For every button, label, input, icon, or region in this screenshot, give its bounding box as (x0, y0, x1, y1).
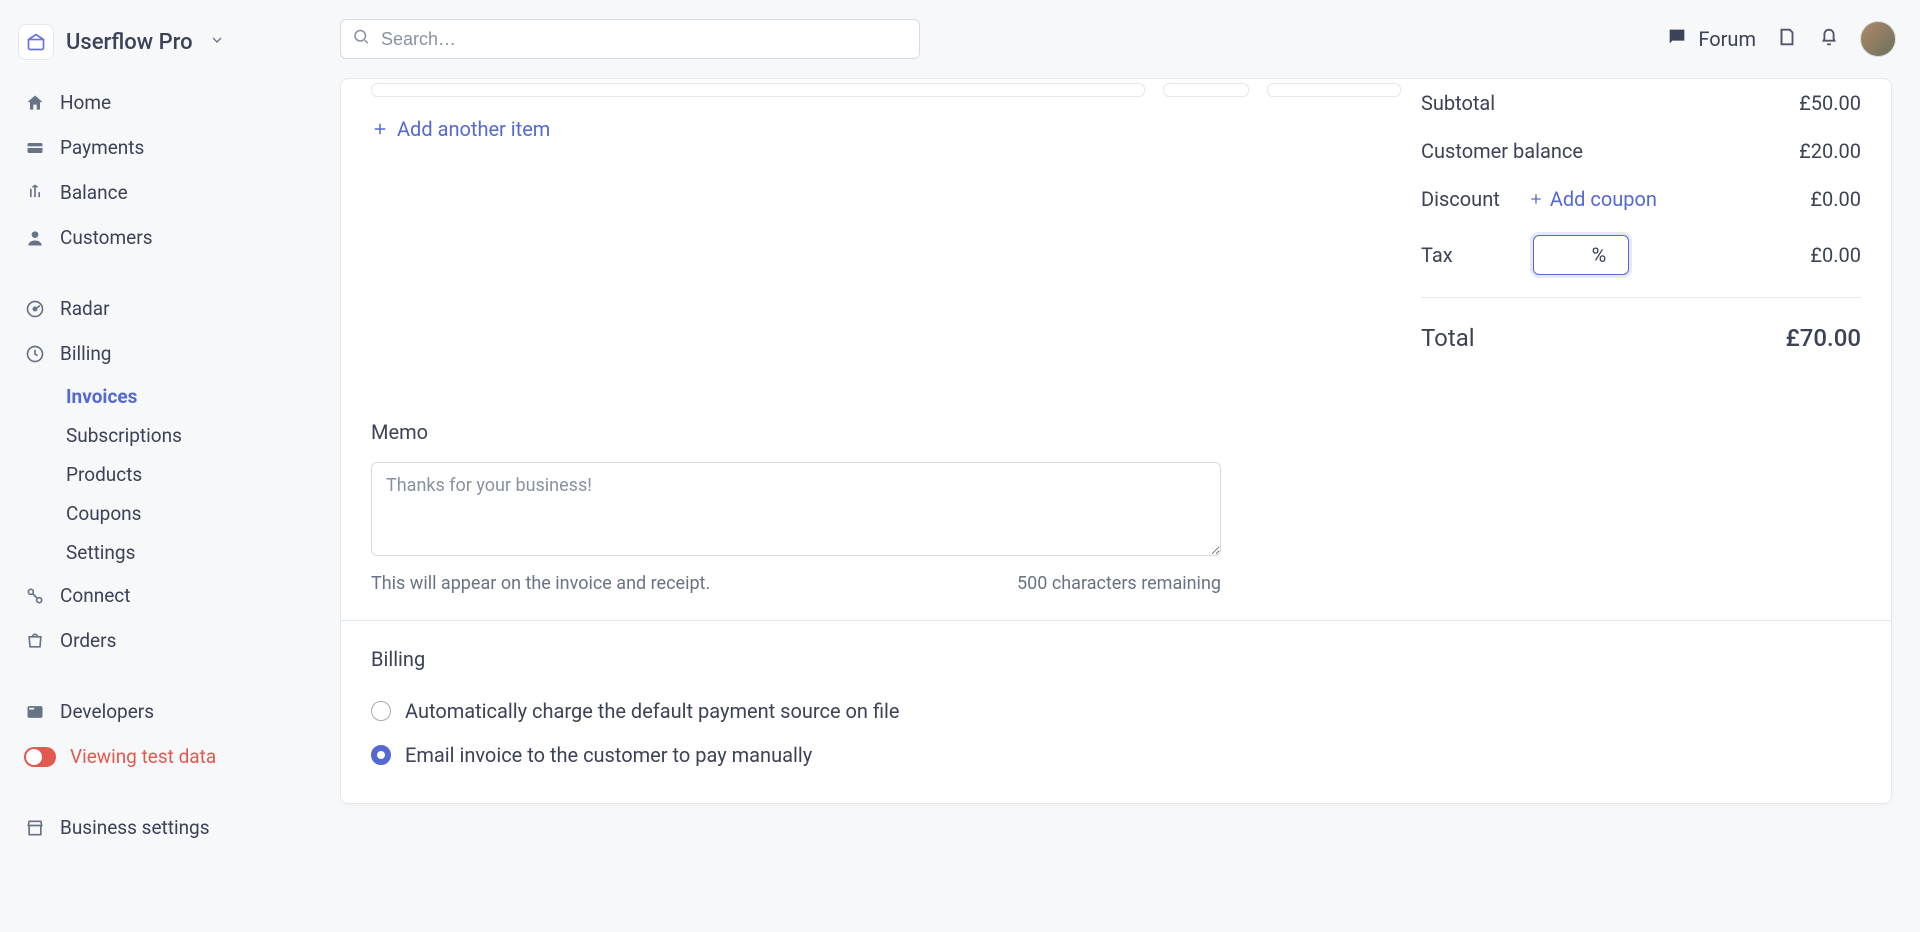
nav-orders[interactable]: Orders (18, 620, 322, 661)
line-item-qty-input[interactable] (1163, 83, 1249, 97)
nav-label: Balance (60, 181, 128, 204)
discount-row: Discount Add coupon £0.00 (1421, 175, 1861, 223)
nav-home[interactable]: Home (18, 82, 322, 123)
search-input[interactable] (340, 19, 920, 59)
search-icon (352, 28, 370, 51)
nav-label: Developers (60, 700, 154, 723)
nav-label: Orders (60, 629, 116, 652)
nav-products[interactable]: Products (60, 456, 322, 493)
nav-coupons[interactable]: Coupons (60, 495, 322, 532)
add-coupon-button[interactable]: Add coupon (1528, 187, 1657, 211)
nav-business-settings[interactable]: Business settings (18, 807, 322, 848)
payments-icon (24, 137, 46, 159)
radar-icon (24, 298, 46, 320)
radio-checked-icon (371, 745, 391, 765)
workspace-logo-icon (18, 24, 54, 60)
nav-balance[interactable]: Balance (18, 172, 322, 213)
developers-icon (24, 701, 46, 723)
nav-label: Payments (60, 136, 144, 159)
customer-balance-row: Customer balance £20.00 (1421, 127, 1861, 175)
toggle-switch-icon (24, 747, 56, 767)
chevron-down-icon (209, 32, 225, 53)
nav-billing-submenu: Invoices Subscriptions Products Coupons … (18, 378, 322, 571)
nav-label: Business settings (60, 816, 210, 839)
chat-icon (1666, 26, 1688, 53)
memo-title: Memo (371, 420, 1861, 444)
memo-textarea[interactable] (371, 462, 1221, 556)
docs-icon[interactable] (1776, 26, 1798, 53)
tax-percent-input[interactable] (1546, 245, 1592, 266)
workspace-switcher[interactable]: Userflow Pro (18, 18, 322, 78)
tax-row: Tax % £0.00 (1421, 223, 1861, 287)
line-item-price-input[interactable] (1267, 83, 1401, 97)
tax-unit: % (1592, 243, 1607, 267)
customers-icon (24, 227, 46, 249)
bell-icon[interactable] (1818, 26, 1840, 53)
nav-connect[interactable]: Connect (18, 575, 322, 616)
add-item-label: Add another item (397, 117, 550, 141)
tax-value: £0.00 (1810, 243, 1861, 267)
total-row: Total £70.00 (1421, 297, 1861, 364)
billing-option-auto[interactable]: Automatically charge the default payment… (371, 689, 1861, 733)
connect-icon (24, 585, 46, 607)
nav-label: Home (60, 91, 111, 114)
balance-icon (24, 182, 46, 204)
tax-label: Tax (1421, 243, 1453, 267)
add-another-item-button[interactable]: Add another item (371, 117, 550, 141)
billing-title: Billing (371, 647, 1861, 671)
forum-link[interactable]: Forum (1666, 26, 1756, 53)
avatar[interactable] (1860, 21, 1896, 57)
nav-developers[interactable]: Developers (18, 691, 322, 732)
total-label: Total (1421, 324, 1475, 352)
orders-icon (24, 630, 46, 652)
billing-section: Billing Automatically charge the default… (341, 620, 1891, 803)
add-coupon-label: Add coupon (1550, 187, 1657, 211)
customer-balance-value: £20.00 (1799, 139, 1861, 163)
discount-value: £0.00 (1810, 187, 1861, 211)
nav-payments[interactable]: Payments (18, 127, 322, 168)
nav-radar[interactable]: Radar (18, 288, 322, 329)
nav-label: Billing (60, 342, 111, 365)
memo-section: Memo This will appear on the invoice and… (341, 394, 1891, 620)
plus-icon (371, 120, 389, 138)
nav-billing[interactable]: Billing (18, 333, 322, 374)
nav-label: Radar (60, 297, 110, 320)
sidebar: Userflow Pro Home Payments Balance Custo… (0, 0, 340, 932)
subtotal-row: Subtotal £50.00 (1421, 79, 1861, 127)
nav-label: Customers (60, 226, 153, 249)
customer-balance-label: Customer balance (1421, 139, 1583, 163)
line-item-name-input[interactable] (371, 83, 1145, 97)
test-data-toggle[interactable]: Viewing test data (18, 736, 322, 777)
nav-subscriptions[interactable]: Subscriptions (60, 417, 322, 454)
billing-option-email[interactable]: Email invoice to the customer to pay man… (371, 733, 1861, 777)
test-data-label: Viewing test data (70, 745, 216, 768)
home-icon (24, 92, 46, 114)
billing-option-auto-label: Automatically charge the default payment… (405, 699, 900, 723)
memo-hint: This will appear on the invoice and rece… (371, 573, 710, 594)
forum-label: Forum (1698, 27, 1756, 51)
memo-remaining: 500 characters remaining (1017, 573, 1221, 594)
total-value: £70.00 (1786, 324, 1861, 352)
plus-icon (1528, 191, 1544, 207)
discount-label: Discount (1421, 187, 1500, 211)
store-icon (24, 817, 46, 839)
tax-input-wrap: % (1533, 235, 1629, 275)
billing-icon (24, 343, 46, 365)
nav-billing-settings[interactable]: Settings (60, 534, 322, 571)
topbar: Forum (340, 0, 1920, 78)
radio-unchecked-icon (371, 701, 391, 721)
invoice-totals: Subtotal £50.00 Customer balance £20.00 … (1421, 79, 1861, 364)
nav-invoices[interactable]: Invoices (60, 378, 322, 415)
subtotal-label: Subtotal (1421, 91, 1495, 115)
billing-option-email-label: Email invoice to the customer to pay man… (405, 743, 812, 767)
nav-label: Connect (60, 584, 130, 607)
subtotal-value: £50.00 (1799, 91, 1861, 115)
workspace-name: Userflow Pro (66, 30, 193, 55)
nav-customers[interactable]: Customers (18, 217, 322, 258)
invoice-form-card: Add another item Subtotal £50.00 Custome… (340, 78, 1892, 804)
